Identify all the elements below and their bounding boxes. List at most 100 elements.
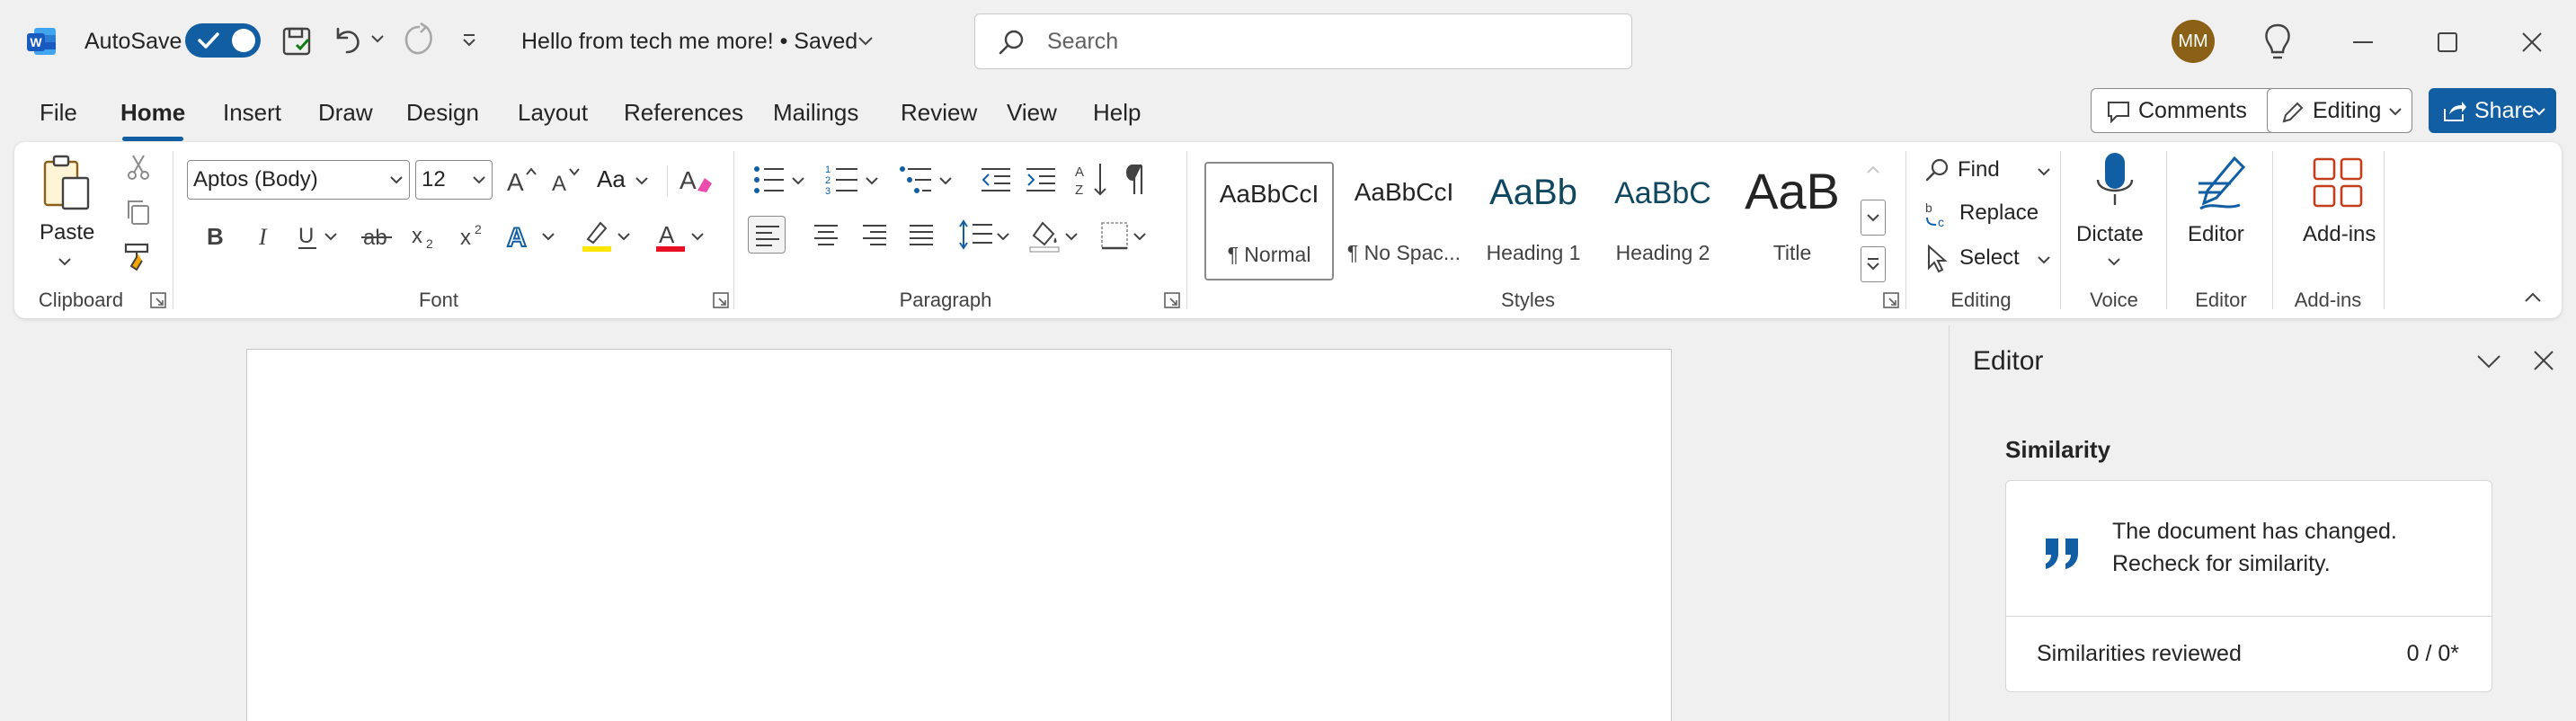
- shading-icon[interactable]: [1026, 218, 1062, 254]
- style-heading-1[interactable]: AaBb Heading 1: [1469, 162, 1598, 280]
- strikethrough-icon[interactable]: ab: [360, 219, 395, 252]
- redo-icon[interactable]: [401, 22, 437, 58]
- autosave-toggle[interactable]: [185, 23, 261, 58]
- align-right-icon[interactable]: [861, 221, 888, 248]
- undo-icon[interactable]: [329, 22, 365, 58]
- show-formatting-marks-icon[interactable]: [1122, 162, 1150, 198]
- close-window-icon[interactable]: [2509, 20, 2554, 65]
- borders-dropdown-icon[interactable]: [1133, 230, 1147, 243]
- select-button[interactable]: Select: [1920, 241, 2064, 277]
- tab-home[interactable]: Home: [120, 97, 185, 141]
- increase-indent-icon[interactable]: [1023, 162, 1059, 198]
- tab-mailings[interactable]: Mailings: [773, 97, 858, 128]
- find-button[interactable]: Find: [1920, 153, 2055, 189]
- editing-group-label: Editing: [1950, 289, 2012, 311]
- font-name-combo[interactable]: Aptos (Body): [187, 160, 410, 200]
- tab-draw[interactable]: Draw: [318, 97, 373, 128]
- style-title[interactable]: AaB Title: [1728, 162, 1857, 280]
- highlighter-icon[interactable]: [579, 218, 615, 254]
- underline-icon[interactable]: U: [293, 219, 322, 252]
- similarities-reviewed-label: Similarities reviewed: [2037, 641, 2242, 666]
- superscript-icon[interactable]: x2: [458, 219, 491, 252]
- font-color-dropdown-icon[interactable]: [690, 230, 705, 243]
- tab-file[interactable]: File: [40, 97, 77, 128]
- save-icon[interactable]: [279, 23, 315, 59]
- checkmark-icon: [198, 32, 219, 49]
- sort-icon[interactable]: AZ: [1075, 160, 1111, 200]
- lightbulb-icon[interactable]: [2258, 22, 2297, 63]
- chevron-down-icon: [2038, 256, 2050, 264]
- justify-icon[interactable]: [908, 221, 935, 248]
- tab-design[interactable]: Design: [406, 97, 479, 128]
- replace-button[interactable]: bc Replace: [1920, 196, 2064, 232]
- copy-icon[interactable]: [124, 198, 153, 227]
- align-left-button[interactable]: [748, 216, 786, 254]
- highlight-dropdown-icon[interactable]: [617, 230, 631, 243]
- tab-layout[interactable]: Layout: [518, 97, 588, 128]
- similarity-card[interactable]: The document has changed. Recheck for si…: [2005, 480, 2492, 692]
- tab-references[interactable]: References: [624, 97, 743, 128]
- editor-button[interactable]: Editor: [2179, 147, 2263, 282]
- tab-help[interactable]: Help: [1093, 97, 1141, 128]
- close-pane-icon[interactable]: [2530, 347, 2557, 374]
- subscript-icon[interactable]: x2: [410, 219, 442, 252]
- style-heading-2[interactable]: AaBbC Heading 2: [1598, 162, 1728, 280]
- customize-toolbar-icon[interactable]: [460, 32, 478, 49]
- styles-dialog-launcher-icon[interactable]: [1882, 291, 1900, 309]
- underline-dropdown-icon[interactable]: [324, 230, 338, 243]
- styles-scroll-up-icon[interactable]: [1864, 162, 1882, 178]
- bullets-dropdown-icon[interactable]: [791, 174, 805, 187]
- dictate-button[interactable]: Dictate: [2073, 147, 2157, 282]
- search-box[interactable]: [974, 13, 1632, 69]
- multilevel-list-icon[interactable]: [899, 162, 935, 198]
- italic-icon[interactable]: I: [250, 219, 279, 252]
- minimize-icon[interactable]: [2341, 20, 2385, 65]
- change-case-button[interactable]: Aa: [597, 164, 654, 196]
- collapse-ribbon-icon[interactable]: [2522, 289, 2544, 306]
- undo-dropdown-icon[interactable]: [370, 32, 385, 45]
- avatar[interactable]: MM: [2172, 20, 2215, 63]
- text-effects-icon[interactable]: A: [503, 218, 539, 254]
- style-sample: AaBb: [1489, 173, 1577, 212]
- format-painter-icon[interactable]: [122, 241, 155, 271]
- text-effects-dropdown-icon[interactable]: [541, 230, 555, 243]
- decrease-indent-icon[interactable]: [978, 162, 1014, 198]
- title-chevron-down-icon[interactable]: [857, 34, 874, 47]
- grow-font-icon[interactable]: A: [503, 162, 539, 198]
- cut-icon[interactable]: [124, 153, 153, 182]
- clear-formatting-icon[interactable]: A: [678, 162, 714, 198]
- styles-more-button[interactable]: [1861, 246, 1886, 282]
- shrink-font-icon[interactable]: A: [548, 162, 584, 198]
- document-title[interactable]: Hello from tech me more! • Saved: [521, 27, 857, 56]
- tab-view[interactable]: View: [1007, 97, 1057, 128]
- pane-options-chevron-icon[interactable]: [2474, 347, 2503, 374]
- style-no-spacing[interactable]: AaBbCcI ¶ No Spac...: [1339, 162, 1469, 280]
- borders-icon[interactable]: [1098, 219, 1131, 252]
- add-ins-button[interactable]: Add-ins: [2285, 147, 2389, 282]
- align-center-icon[interactable]: [813, 221, 839, 248]
- shading-dropdown-icon[interactable]: [1064, 230, 1079, 243]
- bold-icon[interactable]: B: [201, 219, 230, 252]
- font-dialog-launcher-icon[interactable]: [712, 291, 730, 309]
- line-spacing-dropdown-icon[interactable]: [996, 230, 1010, 243]
- multilevel-dropdown-icon[interactable]: [938, 174, 953, 187]
- tab-insert[interactable]: Insert: [223, 97, 281, 128]
- search-input[interactable]: [1047, 25, 1604, 58]
- tab-review[interactable]: Review: [901, 97, 977, 128]
- style-name: ¶ No Spac...: [1346, 241, 1461, 264]
- clipboard-dialog-launcher-icon[interactable]: [149, 291, 167, 309]
- paste-button[interactable]: Paste: [29, 151, 102, 277]
- editing-mode-button[interactable]: Editing: [2267, 88, 2412, 133]
- font-size-combo[interactable]: 12: [415, 160, 493, 200]
- maximize-icon[interactable]: [2425, 20, 2470, 65]
- style-normal[interactable]: AaBbCcI ¶ Normal: [1204, 162, 1334, 280]
- share-button[interactable]: Share: [2429, 88, 2556, 133]
- numbering-icon[interactable]: 123: [825, 162, 861, 198]
- line-spacing-icon[interactable]: [958, 218, 994, 252]
- paragraph-dialog-launcher-icon[interactable]: [1163, 291, 1181, 309]
- bullets-icon[interactable]: [751, 162, 787, 198]
- document-page[interactable]: [246, 349, 1672, 721]
- font-color-icon[interactable]: A: [653, 218, 688, 254]
- numbering-dropdown-icon[interactable]: [865, 174, 879, 187]
- styles-scroll-down-button[interactable]: [1861, 200, 1886, 236]
